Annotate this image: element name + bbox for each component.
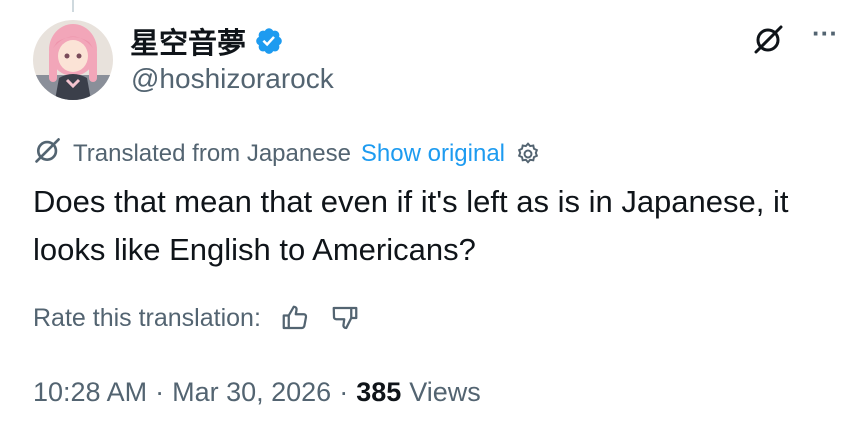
thumbs-up-icon[interactable] <box>279 302 311 334</box>
translate-slash-icon <box>33 135 63 172</box>
thread-connector-line <box>72 0 74 12</box>
author-display-name[interactable]: 星空音夢 <box>130 20 246 62</box>
views-count: 385 <box>356 377 402 407</box>
gear-icon[interactable] <box>515 141 541 167</box>
views-label: Views <box>409 377 481 407</box>
thumbs-down-icon[interactable] <box>329 302 361 334</box>
header-actions: ··· <box>752 20 838 56</box>
show-original-link[interactable]: Show original <box>361 140 505 168</box>
verified-badge-icon[interactable] <box>254 26 284 56</box>
translation-bar: Translated from Japanese Show original <box>33 135 541 172</box>
tweet-date[interactable]: Mar 30, 2026 <box>172 377 331 408</box>
translated-from-label: Translated from Japanese <box>73 139 351 167</box>
rate-translation-row: Rate this translation: <box>33 302 361 334</box>
meta-separator: · <box>339 377 349 407</box>
more-options-icon[interactable]: ··· <box>812 20 838 46</box>
tweet-time[interactable]: 10:28 AM <box>33 377 147 408</box>
author-name-row: 星空音夢 <box>130 22 284 60</box>
avatar-image <box>33 20 113 100</box>
grok-slash-icon[interactable] <box>752 22 786 56</box>
meta-separator: · <box>155 377 165 407</box>
author-handle[interactable]: @hoshizorarock <box>131 63 334 95</box>
rate-translation-label: Rate this translation: <box>33 303 261 332</box>
tweet-meta: 10:28 AM · Mar 30, 2026 · 385 Views <box>33 377 481 408</box>
tweet-text: Does that mean that even if it's left as… <box>33 184 789 267</box>
avatar[interactable] <box>33 20 113 100</box>
